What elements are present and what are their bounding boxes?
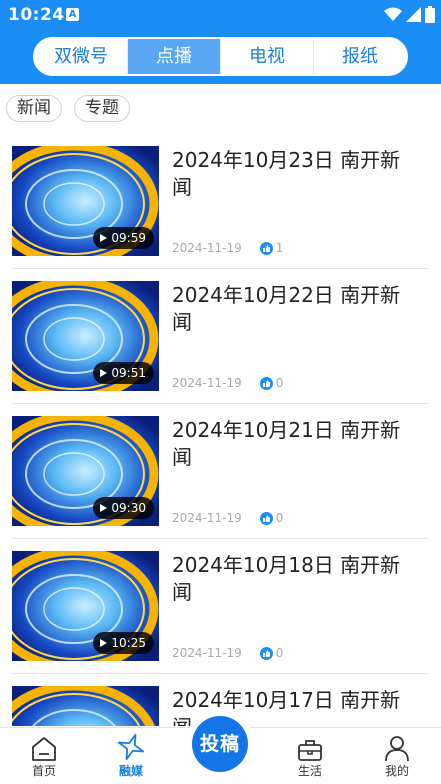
notification-icon: A: [66, 8, 79, 21]
video-title: 2024年10月21日 南开新闻: [172, 418, 401, 469]
like-count: 1: [275, 241, 284, 255]
publish-date: 2024-11-19: [172, 511, 242, 525]
like-count: 0: [275, 646, 284, 660]
list-item[interactable]: 09:51 2024年10月22日 南开新闻 2024-11-19 0: [12, 269, 429, 404]
video-thumbnail[interactable]: 10:25: [12, 551, 159, 661]
video-meta: 2024-11-19 0: [172, 511, 283, 525]
video-meta: 2024-11-19 0: [172, 376, 283, 390]
category-chips: 新闻 专题: [6, 95, 130, 122]
media-icon: [117, 733, 145, 761]
play-icon: [100, 504, 108, 512]
tab-dianbo[interactable]: 点播: [127, 39, 220, 74]
thumbs-up-icon: [259, 646, 273, 660]
video-title: 2024年10月23日 南开新闻: [172, 148, 401, 199]
publish-date: 2024-11-19: [172, 241, 242, 255]
signal-icon: [406, 7, 421, 22]
like-button[interactable]: 0: [259, 376, 284, 390]
list-item[interactable]: 10:25 2024年10月18日 南开新闻 2024-11-19 0: [12, 539, 429, 674]
play-icon: [100, 234, 108, 242]
post-button-label: 投稿: [192, 716, 248, 772]
publish-date: 2024-11-19: [172, 376, 242, 390]
like-count: 0: [275, 511, 284, 525]
tab-home[interactable]: 首页: [14, 732, 74, 779]
tab-life-label: 生活: [297, 764, 322, 778]
post-button[interactable]: 投稿: [186, 710, 254, 778]
battery-icon: [425, 6, 435, 23]
video-title: 2024年10月22日 南开新闻: [172, 283, 401, 334]
home-icon: [32, 737, 56, 761]
thumbs-up-icon: [259, 511, 273, 525]
chip-news[interactable]: 新闻: [6, 95, 62, 122]
wifi-icon: [384, 7, 402, 21]
chip-topics[interactable]: 专题: [74, 95, 130, 122]
tab-baozhi[interactable]: 报纸: [313, 39, 406, 74]
thumbs-up-icon: [259, 376, 273, 390]
status-bar: 10:24 A: [0, 0, 441, 30]
like-button[interactable]: 0: [259, 646, 284, 660]
duration-badge: 09:30: [93, 497, 154, 519]
channel-segmented-control: 双微号 点播 电视 报纸: [33, 37, 408, 76]
video-meta: 2024-11-19 1: [172, 241, 283, 255]
like-button[interactable]: 1: [259, 241, 284, 255]
tab-dianshi[interactable]: 电视: [220, 39, 313, 74]
briefcase-icon: [298, 740, 322, 761]
tab-mine-label: 我的: [384, 764, 409, 778]
list-item[interactable]: 09:30 2024年10月21日 南开新闻 2024-11-19 0: [12, 404, 429, 539]
duration-badge: 09:51: [93, 362, 154, 384]
video-meta: 2024-11-19 0: [172, 646, 283, 660]
tab-life[interactable]: 生活: [280, 732, 340, 779]
video-thumbnail[interactable]: [12, 686, 159, 726]
video-thumbnail[interactable]: 09:59: [12, 146, 159, 256]
duration-badge: 10:25: [93, 632, 154, 654]
list-item[interactable]: 09:59 2024年10月23日 南开新闻 2024-11-19 1: [12, 134, 429, 269]
tab-shuangweihao[interactable]: 双微号: [35, 39, 127, 74]
like-count: 0: [275, 376, 284, 390]
status-time: 10:24: [8, 5, 65, 25]
tab-home-label: 首页: [31, 764, 56, 778]
video-title: 2024年10月18日 南开新闻: [172, 553, 401, 604]
tab-media[interactable]: 融媒: [101, 732, 161, 779]
thumbs-up-icon: [259, 241, 273, 255]
publish-date: 2024-11-19: [172, 646, 242, 660]
play-icon: [100, 639, 108, 647]
video-list: 09:59 2024年10月23日 南开新闻 2024-11-19 1 09:5…: [0, 134, 441, 726]
top-header: 10:24 A 双微号 点播 电视 报纸: [0, 0, 441, 84]
like-button[interactable]: 0: [259, 511, 284, 525]
user-icon: [385, 736, 409, 762]
play-icon: [100, 369, 108, 377]
tab-mine[interactable]: 我的: [367, 732, 427, 779]
video-thumbnail[interactable]: 09:30: [12, 416, 159, 526]
duration-badge: 09:59: [93, 227, 154, 249]
video-thumbnail[interactable]: 09:51: [12, 281, 159, 391]
tab-media-label: 融媒: [118, 764, 143, 778]
